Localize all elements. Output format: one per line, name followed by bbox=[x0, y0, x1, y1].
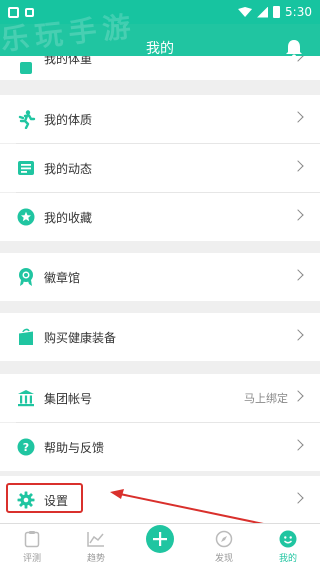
tab-label: 评测 bbox=[22, 554, 41, 564]
tab-label: 发现 bbox=[214, 554, 233, 564]
tab-label: 我的 bbox=[278, 554, 297, 564]
tab-label: 趋势 bbox=[86, 554, 105, 564]
annotation-arrow bbox=[110, 489, 279, 528]
tab-mine[interactable]: 我的 bbox=[256, 524, 320, 569]
tab-evaluate[interactable]: 评测 bbox=[0, 524, 64, 569]
smiley-icon bbox=[278, 529, 298, 549]
bottom-tab-bar: 评测 趋势 发现 我的 bbox=[0, 523, 320, 569]
compass-icon bbox=[214, 529, 234, 549]
tab-add[interactable] bbox=[128, 524, 192, 569]
trend-chart-icon bbox=[86, 529, 106, 549]
tab-discover[interactable]: 发现 bbox=[192, 524, 256, 569]
tab-trend[interactable]: 趋势 bbox=[64, 524, 128, 569]
plus-icon bbox=[146, 525, 174, 553]
clipboard-icon bbox=[22, 529, 42, 549]
